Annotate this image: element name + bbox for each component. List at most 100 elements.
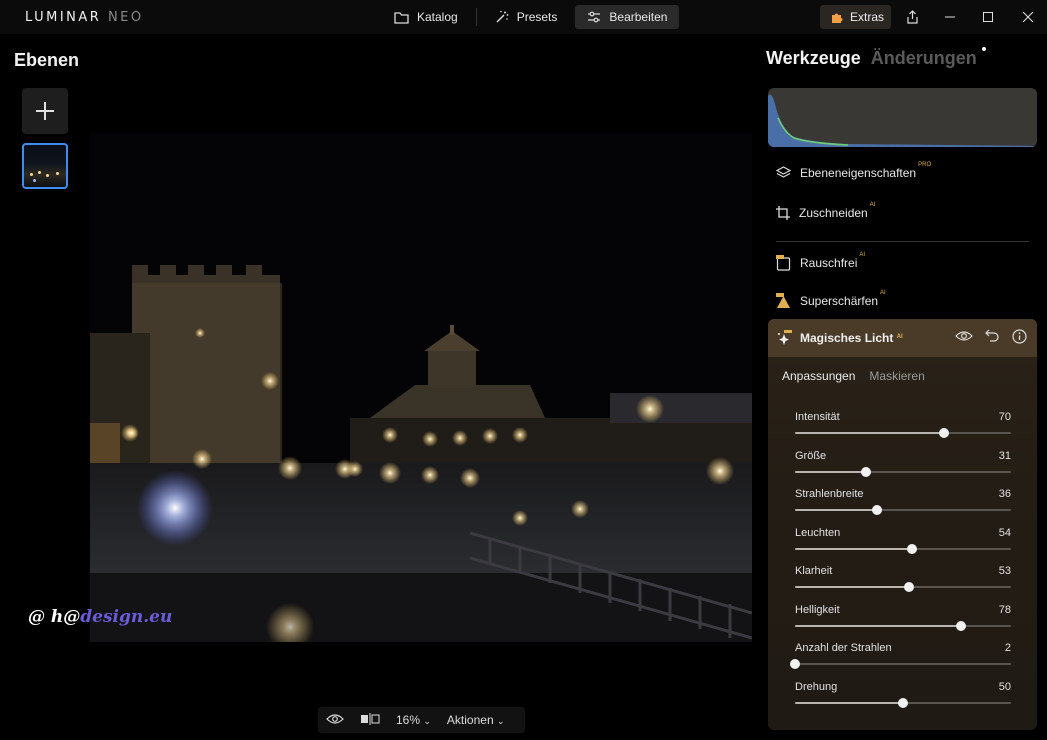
tool-rauschfrei[interactable]: RauschfreiAI	[776, 251, 865, 275]
slider-handle[interactable]	[904, 582, 915, 592]
actions-dropdown[interactable]: Aktionen ⌄	[447, 713, 505, 727]
add-layer-button[interactable]	[22, 88, 68, 134]
slider-value: 78	[998, 603, 1011, 616]
changes-indicator-dot	[982, 47, 986, 51]
info-icon[interactable]	[1012, 329, 1027, 344]
slider-label: Größe	[795, 449, 827, 462]
magic-light-header[interactable]: Magisches Licht AI	[768, 319, 1037, 357]
pro-badge: PRO	[918, 162, 932, 168]
tool-label: Ebeneneigenschaften	[800, 166, 917, 180]
layer-thumbnail[interactable]	[22, 143, 68, 189]
slider-value: 36	[998, 488, 1011, 500]
title-bar: LUMINAR NEO Katalog Presets Bearbeiten E…	[0, 0, 1047, 34]
slider-track[interactable]	[795, 663, 1011, 665]
puzzle-icon	[832, 13, 843, 23]
slider-label: Drehung	[795, 680, 838, 693]
subtab-maskieren[interactable]: Maskieren	[869, 369, 924, 383]
slider-fill	[795, 547, 912, 550]
extras-label: Extras	[850, 10, 885, 24]
tab-bearbeiten[interactable]: Bearbeiten	[575, 5, 680, 29]
slider[interactable]: Drehung 50	[795, 681, 1011, 711]
preview-toggle[interactable]	[326, 713, 344, 728]
slider[interactable]: Intensität 70	[795, 411, 1011, 441]
close-button[interactable]	[1017, 6, 1039, 28]
tab-presets-label: Presets	[516, 10, 558, 24]
share-button[interactable]	[901, 6, 923, 28]
tab-aenderungen[interactable]: Änderungen	[871, 48, 977, 68]
slider[interactable]: Klarheit 53	[795, 565, 1011, 595]
night-scene-photo	[90, 133, 752, 642]
sliders-icon	[588, 11, 601, 23]
share-icon	[906, 10, 918, 24]
slider[interactable]: Strahlenbreite 36	[795, 488, 1011, 518]
slider-value: 70	[998, 411, 1011, 423]
tab-werkzeuge[interactable]: Werkzeuge	[766, 48, 861, 68]
tool-zuschneiden[interactable]: ZuschneidenAI	[776, 201, 875, 225]
layers-title: Ebenen	[14, 50, 80, 70]
tool-label: Superschärfen	[800, 294, 879, 308]
minimize-icon	[945, 16, 955, 18]
slider-label: Helligkeit	[795, 603, 840, 616]
slider-value: 54	[998, 526, 1011, 539]
folder-icon	[394, 11, 409, 24]
maximize-icon	[983, 12, 993, 22]
brand-main: LUMINAR	[25, 10, 102, 25]
subtab-anpassungen[interactable]: Anpassungen	[782, 369, 855, 383]
close-icon	[1023, 12, 1033, 22]
right-panel-tabs: Werkzeuge Änderungen	[766, 48, 977, 69]
photo-canvas[interactable]	[90, 133, 752, 642]
slider-handle[interactable]	[906, 543, 917, 554]
slider-value: 31	[998, 449, 1011, 462]
nav-separator	[475, 8, 477, 26]
slider[interactable]: Anzahl der Strahlen 2	[790, 642, 1011, 672]
slider-handle[interactable]	[861, 466, 872, 477]
slider[interactable]: Größe 31	[795, 450, 1011, 480]
bottom-toolbar: 16% ⌄ Aktionen ⌄	[318, 707, 525, 733]
ai-badge: AI	[896, 334, 903, 340]
eye-icon[interactable]	[955, 329, 973, 343]
chevron-down-icon: ⌄	[423, 716, 431, 726]
slider-handle[interactable]	[898, 697, 908, 708]
ai-badge: AI	[880, 290, 886, 296]
tool-ebeneneigenschaften[interactable]: EbeneneigenschaftenPRO	[776, 161, 931, 185]
slider-label: Strahlenbreite	[795, 488, 864, 500]
sharpen-icon	[776, 293, 790, 308]
zoom-dropdown[interactable]: 16% ⌄	[396, 713, 431, 727]
tool-label: Zuschneiden	[799, 206, 868, 220]
minimize-button[interactable]	[939, 6, 961, 28]
app-logo: LUMINAR NEO	[25, 10, 144, 25]
undo-icon[interactable]	[985, 329, 1000, 343]
slider[interactable]: Helligkeit 78	[795, 604, 1011, 634]
ai-badge: AI	[869, 202, 876, 208]
slider-label: Leuchten	[795, 526, 841, 539]
tool-label: Rauschfrei	[800, 256, 858, 270]
layers-icon	[776, 165, 791, 178]
slider-fill	[795, 432, 945, 434]
tab-katalog-label: Katalog	[417, 10, 458, 24]
maximize-button[interactable]	[977, 6, 999, 28]
tab-presets[interactable]: Presets	[483, 5, 570, 29]
compare-icon	[361, 712, 380, 725]
slider-fill	[795, 701, 903, 704]
noise-icon	[776, 255, 791, 271]
slider-handle[interactable]	[872, 505, 883, 515]
tab-katalog[interactable]: Katalog	[382, 5, 470, 29]
slider-fill	[795, 586, 910, 588]
slider-handle[interactable]	[939, 428, 950, 438]
histogram	[768, 88, 1037, 147]
tool-superschaerfen[interactable]: SuperschärfenAI	[776, 289, 886, 313]
slider-label: Intensität	[795, 411, 840, 423]
slider[interactable]: Leuchten 54	[795, 527, 1011, 557]
eye-icon	[326, 713, 344, 724]
plus-icon	[36, 102, 54, 120]
magic-light-panel: Magisches Licht AI Anpassungen Maskieren…	[768, 319, 1037, 730]
slider-fill	[795, 509, 878, 511]
compare-toggle[interactable]	[360, 712, 380, 728]
sparkle-wand-icon	[496, 10, 509, 23]
slider-handle[interactable]	[790, 659, 800, 669]
slider-handle[interactable]	[956, 620, 967, 631]
tool-divider	[776, 241, 1029, 242]
slider-fill	[795, 470, 867, 473]
slider-label: Klarheit	[795, 565, 833, 577]
extras-button[interactable]: Extras	[820, 5, 891, 29]
